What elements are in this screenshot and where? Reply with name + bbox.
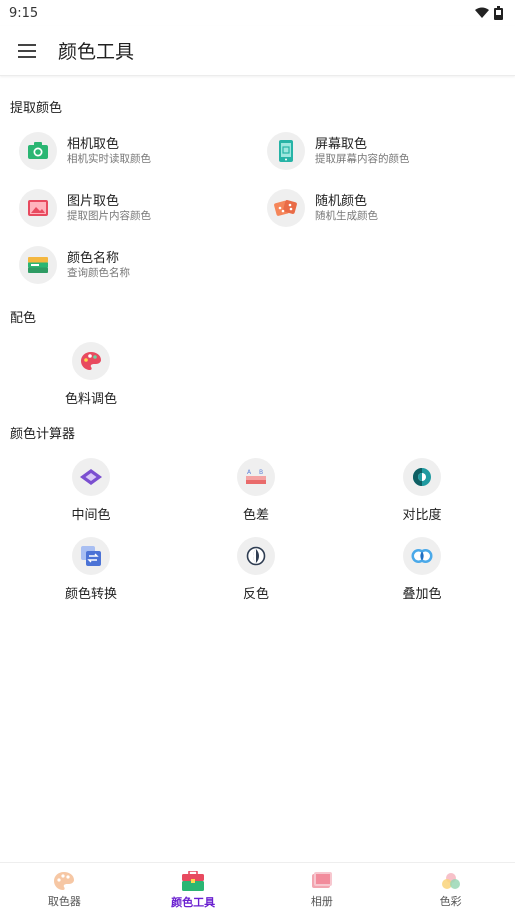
toolbox-icon bbox=[182, 870, 205, 891]
item-title: 相机取色 bbox=[67, 136, 120, 152]
svg-text:A: A bbox=[247, 469, 252, 476]
diamond-icon bbox=[80, 469, 102, 485]
invert-icon-wrap bbox=[237, 537, 275, 575]
grid-label: 反色 bbox=[242, 587, 269, 602]
nav-label: 色彩 bbox=[439, 894, 462, 908]
nav-item-colors[interactable]: 色彩 bbox=[386, 863, 515, 917]
color-name-item[interactable]: 颜色名称 查询颜色名称 bbox=[19, 246, 130, 284]
item-title: 屏幕取色 bbox=[315, 136, 368, 152]
overlay-icon-wrap bbox=[403, 537, 441, 575]
contrast-item[interactable]: 对比度 bbox=[367, 458, 477, 523]
colors-icon bbox=[441, 872, 460, 889]
palette-icon bbox=[81, 352, 101, 370]
phone-screen-icon bbox=[279, 140, 293, 162]
item-subtitle: 提取图片内容颜色 bbox=[67, 209, 151, 222]
camera-pick-item[interactable]: 相机取色 相机实时读取颜色 bbox=[19, 132, 151, 170]
item-subtitle: 相机实时读取颜色 bbox=[67, 152, 151, 165]
svg-text:B: B bbox=[259, 469, 263, 476]
random-color-item[interactable]: 随机颜色 随机生成颜色 bbox=[267, 189, 378, 227]
middle-color-item[interactable]: 中间色 bbox=[36, 458, 146, 523]
overlay-icon bbox=[411, 549, 433, 563]
nav-label: 相册 bbox=[310, 894, 333, 908]
contrast-icon-wrap bbox=[403, 458, 441, 496]
color-diff-item[interactable]: A B 色差 bbox=[201, 458, 311, 523]
phone-screen-icon-wrap bbox=[267, 132, 305, 170]
palette-nav-icon bbox=[54, 871, 75, 890]
grid-label: 色料调色 bbox=[64, 392, 117, 407]
nav-label: 颜色工具 bbox=[171, 895, 216, 909]
invert-icon bbox=[246, 546, 266, 566]
convert-icon bbox=[81, 546, 101, 566]
screen-pick-item[interactable]: 屏幕取色 提取屏幕内容的颜色 bbox=[267, 132, 410, 170]
image-pick-item[interactable]: 图片取色 提取图片内容颜色 bbox=[19, 189, 151, 227]
album-icon bbox=[311, 871, 332, 888]
color-convert-item[interactable]: 颜色转换 bbox=[36, 537, 146, 602]
grid-label: 对比度 bbox=[402, 508, 442, 523]
diamond-icon-wrap bbox=[72, 458, 110, 496]
section-title-extract: 提取颜色 bbox=[10, 101, 63, 116]
contrast-icon bbox=[413, 468, 431, 486]
app-bar: 颜色工具 bbox=[0, 26, 515, 76]
paint-mix-item[interactable]: 色料调色 bbox=[36, 342, 146, 407]
card-icon bbox=[28, 257, 48, 273]
grid-label: 颜色转换 bbox=[64, 587, 117, 602]
card-icon-wrap bbox=[19, 246, 57, 284]
camera-icon bbox=[28, 142, 48, 159]
color-diff-icon: A B bbox=[246, 469, 266, 484]
dice-icon-wrap bbox=[267, 189, 305, 227]
convert-icon-wrap bbox=[72, 537, 110, 575]
image-icon-wrap bbox=[19, 189, 57, 227]
wifi-icon bbox=[475, 7, 489, 18]
grid-label: 色差 bbox=[242, 508, 269, 523]
palette-icon-wrap bbox=[72, 342, 110, 380]
item-title: 随机颜色 bbox=[315, 193, 368, 209]
bottom-nav: 取色器 颜色工具 相册 色彩 bbox=[0, 862, 515, 917]
item-subtitle: 随机生成颜色 bbox=[315, 209, 378, 222]
item-title: 颜色名称 bbox=[67, 250, 120, 266]
invert-color-item[interactable]: 反色 bbox=[201, 537, 311, 602]
overlay-color-item[interactable]: 叠加色 bbox=[367, 537, 477, 602]
dice-icon bbox=[274, 200, 297, 216]
grid-label: 中间色 bbox=[71, 508, 111, 523]
nav-item-picker[interactable]: 取色器 bbox=[0, 863, 129, 917]
menu-icon bbox=[18, 43, 36, 58]
nav-item-tools[interactable]: 颜色工具 bbox=[129, 863, 258, 917]
color-diff-icon-wrap: A B bbox=[237, 458, 275, 496]
menu-button[interactable] bbox=[16, 40, 38, 62]
battery-icon bbox=[494, 6, 503, 20]
grid-label: 叠加色 bbox=[402, 587, 442, 602]
section-title-match: 配色 bbox=[10, 311, 37, 326]
camera-icon-wrap bbox=[19, 132, 57, 170]
nav-label: 取色器 bbox=[47, 894, 81, 908]
item-subtitle: 查询颜色名称 bbox=[67, 266, 130, 279]
status-time: 9:15 bbox=[9, 5, 39, 21]
image-icon bbox=[28, 200, 48, 216]
status-icons bbox=[475, 6, 503, 20]
page-title: 颜色工具 bbox=[58, 41, 135, 63]
status-bar: 9:15 bbox=[0, 0, 515, 26]
item-title: 图片取色 bbox=[67, 193, 120, 209]
nav-item-album[interactable]: 相册 bbox=[258, 863, 387, 917]
item-subtitle: 提取屏幕内容的颜色 bbox=[315, 152, 410, 165]
section-title-calc: 颜色计算器 bbox=[10, 427, 76, 442]
